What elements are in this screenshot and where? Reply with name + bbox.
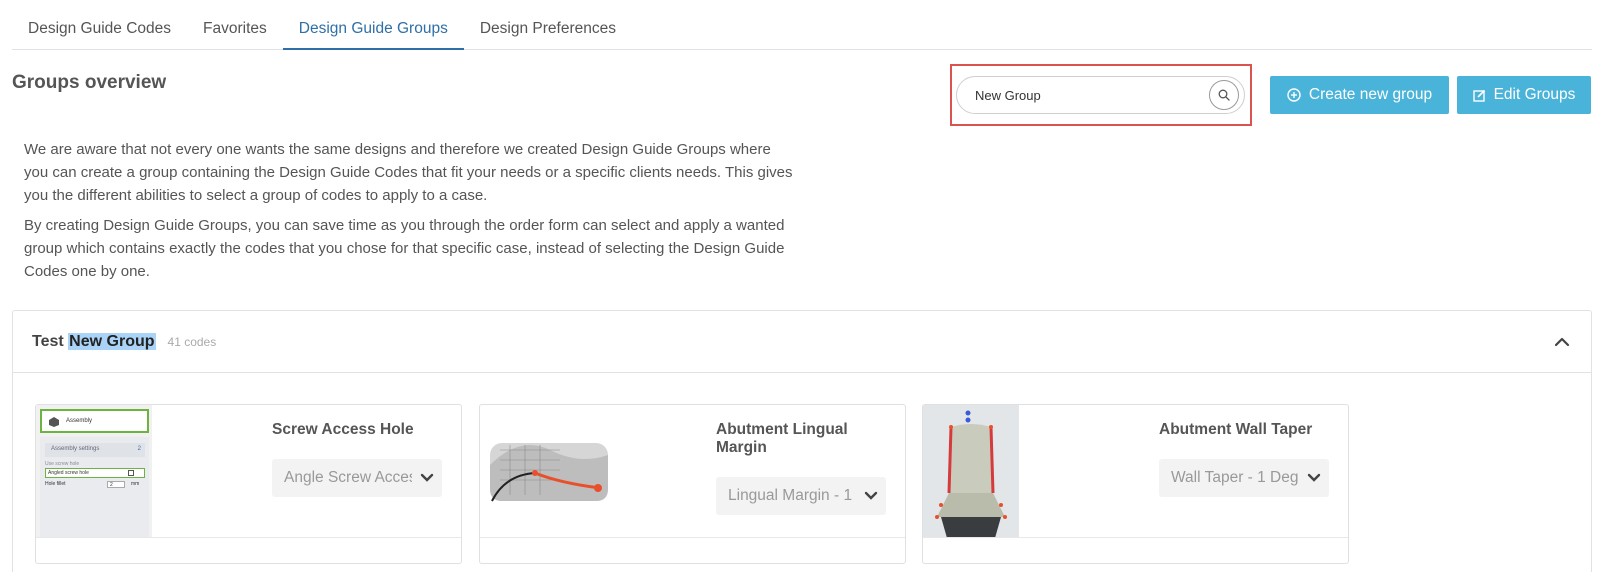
code-card-abutment-lingual-margin: Abutment Lingual Margin Lingual Margin -… — [479, 404, 906, 564]
code-option-select[interactable]: Lingual Margin - 1 Degree — [716, 477, 886, 515]
intro-paragraph-2: By creating Design Guide Groups, you can… — [24, 217, 785, 280]
intro-paragraph-1: We are aware that not every one wants th… — [24, 141, 793, 204]
code-option-select[interactable]: Wall Taper - 1 Degree — [1159, 459, 1329, 497]
search-icon — [1218, 89, 1230, 101]
create-new-group-label: Create new group — [1308, 86, 1433, 103]
chevron-down-icon — [864, 491, 878, 500]
screw-access-hole-thumbnail: Assembly Assembly settings 2 Use screw h… — [36, 405, 152, 538]
edit-groups-button[interactable]: Edit Groups — [1457, 76, 1591, 114]
chevron-up-icon[interactable] — [1553, 333, 1571, 351]
card-footer — [480, 537, 905, 563]
group-name-highlight: New Group — [68, 332, 156, 350]
plus-circle-icon — [1287, 88, 1301, 102]
tab-bar: Design Guide Codes Favorites Design Guid… — [12, 10, 1592, 50]
thumb-settings-badge: 2 — [137, 446, 141, 452]
group-name-prefix: Test — [32, 332, 64, 350]
intro-text: We are aware that not every one wants th… — [24, 138, 794, 283]
search-input[interactable] — [975, 77, 1195, 113]
thumb-assembly-label: Assembly — [66, 418, 93, 424]
code-option-select[interactable]: Angle Screw Access Hole — [272, 459, 442, 497]
tab-design-guide-groups[interactable]: Design Guide Groups — [282, 10, 464, 50]
card-footer — [36, 537, 461, 563]
group-code-count: 41 codes — [167, 334, 217, 349]
thumb-fillet-value: 2 — [107, 481, 125, 488]
edit-icon — [1472, 89, 1485, 102]
tab-design-preferences[interactable]: Design Preferences — [464, 10, 632, 50]
assembly-icon — [49, 417, 59, 427]
search-button[interactable] — [1209, 80, 1239, 110]
thumb-row-hole-fillet: Hole fillet — [45, 481, 66, 487]
card-footer — [923, 537, 1348, 563]
code-option-value: Lingual Margin - 1 Degree — [728, 487, 856, 504]
thumb-row-screw-hole: Use screw hole — [45, 461, 80, 467]
group-name: Test New Group — [32, 332, 156, 351]
tab-favorites[interactable]: Favorites — [187, 10, 283, 50]
wall-taper-image — [923, 405, 1019, 538]
page-title: Groups overview — [12, 72, 167, 93]
code-card-screw-access-hole: Assembly Assembly settings 2 Use screw h… — [35, 404, 462, 564]
group-panel: Test New Group 41 codes Assembly Assembl… — [12, 310, 1592, 572]
group-header[interactable]: Test New Group 41 codes — [13, 311, 1591, 373]
chevron-down-icon — [1307, 473, 1321, 482]
card-title: Abutment Wall Taper — [1159, 421, 1313, 438]
tab-design-guide-codes[interactable]: Design Guide Codes — [12, 10, 187, 50]
thumb-assembly-settings: Assembly settings — [51, 446, 100, 452]
code-option-value: Angle Screw Access Hole — [284, 469, 412, 486]
chevron-down-icon — [420, 473, 434, 482]
thumb-checkbox — [128, 470, 134, 476]
card-title: Screw Access Hole — [272, 421, 414, 438]
code-option-value: Wall Taper - 1 Degree — [1171, 469, 1299, 486]
lingual-margin-image — [490, 443, 608, 502]
thumb-row-angled-hole: Angled screw hole — [48, 470, 89, 476]
code-card-abutment-wall-taper: Abutment Wall Taper Wall Taper - 1 Degre… — [922, 404, 1349, 564]
wall-taper-thumbnail — [923, 405, 1019, 538]
thumb-fillet-unit: mm — [131, 481, 140, 487]
create-new-group-button[interactable]: Create new group — [1270, 76, 1449, 114]
lingual-margin-thumbnail — [480, 405, 620, 538]
search-box — [956, 76, 1245, 114]
edit-groups-label: Edit Groups — [1493, 86, 1576, 103]
card-title: Abutment Lingual Margin — [716, 421, 848, 456]
